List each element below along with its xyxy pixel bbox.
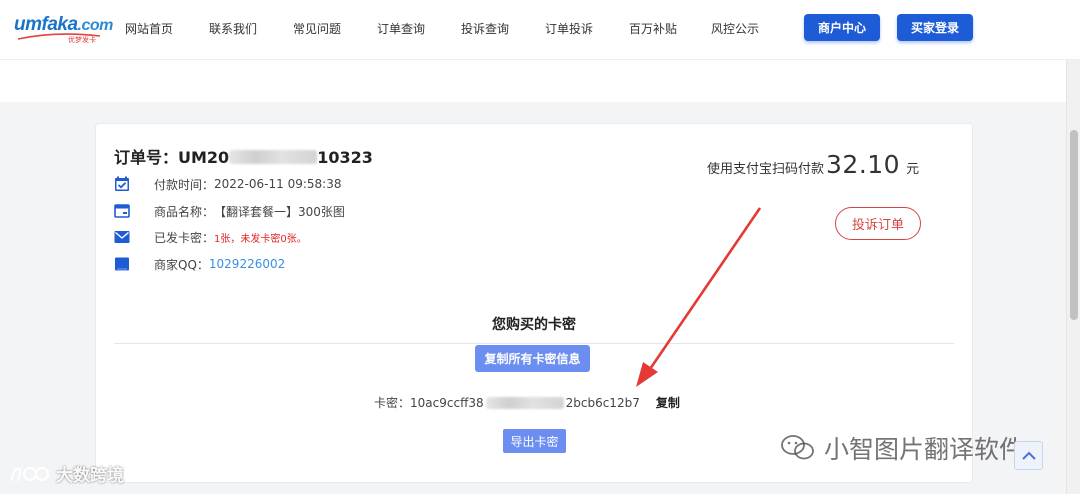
- purchased-cards-title: 您购买的卡密: [492, 317, 576, 333]
- merchant-qq-link[interactable]: 1029226002: [209, 257, 285, 271]
- nav-complaint-query[interactable]: 投诉查询: [461, 20, 509, 37]
- complain-order-button[interactable]: 投诉订单: [835, 207, 921, 240]
- scrollbar-thumb[interactable]: [1070, 130, 1078, 320]
- redacted-block: [485, 396, 564, 409]
- top-navigation-bar: umfaka.com 优梦发卡 网站首页 联系我们 常见问题 订单查询 投诉查询…: [0, 0, 1080, 60]
- nav-order-complaint[interactable]: 订单投诉: [545, 20, 593, 37]
- card-key-row: 卡密： 10ac9ccff38 2bcb6c12b7 复制: [374, 394, 680, 411]
- wechat-icon: [781, 435, 814, 460]
- header-spacer: [0, 60, 1080, 102]
- payment-summary: 使用支付宝扫码付款 32.10 元: [707, 150, 920, 179]
- order-number: 订单号：UM20 10323: [114, 148, 373, 167]
- chevron-up-icon: [1021, 451, 1036, 460]
- pay-time-row: 付款时间： 2022-06-11 09:58:38: [114, 175, 341, 193]
- sent-cards-value: 1张，未发卡密0张。: [214, 233, 307, 245]
- nav-home[interactable]: 网站首页: [125, 20, 173, 37]
- envelope-icon: [114, 231, 130, 243]
- brand-watermark: 大数跨境: [8, 461, 124, 486]
- brand-logo-icon: [10, 466, 49, 481]
- buyer-login-button[interactable]: 买家登录: [897, 14, 973, 41]
- wechat-watermark: 小智图片翻译软件: [780, 430, 1024, 466]
- merchant-center-button[interactable]: 商户中心: [804, 14, 880, 41]
- merchant-qq-row: 商家QQ： 1029226002: [114, 255, 285, 273]
- pay-time-value: 2022-06-11 09:58:38: [214, 177, 342, 191]
- copy-all-cards-button[interactable]: 复制所有卡密信息: [475, 345, 590, 372]
- back-to-top-button[interactable]: [1014, 441, 1043, 470]
- section-divider: [114, 343, 954, 344]
- chat-icon: [115, 257, 129, 271]
- payment-amount: 32.10: [826, 150, 901, 179]
- nav-faq[interactable]: 常见问题: [293, 20, 341, 37]
- order-detail-card: 订单号：UM20 10323 付款时间： 2022-06-11 09:58:38 商…: [95, 123, 973, 483]
- sent-cards-row: 已发卡密： 1张，未发卡密0张。: [114, 228, 307, 246]
- page-scrollbar[interactable]: [1066, 60, 1080, 494]
- calendar-check-icon: [115, 176, 129, 191]
- card-key-suffix: 2bcb6c12b7: [565, 395, 640, 410]
- product-row: 商品名称： 【翻译套餐一】300张图: [114, 202, 345, 220]
- site-logo[interactable]: umfaka.com 优梦发卡: [14, 12, 113, 46]
- nav-order-query[interactable]: 订单查询: [377, 20, 425, 37]
- copy-card-key-button[interactable]: 复制: [656, 394, 680, 411]
- logo-subtitle: 优梦发卡: [68, 36, 96, 44]
- nav-contact[interactable]: 联系我们: [209, 20, 257, 37]
- product-name: 【翻译套餐一】300张图: [214, 204, 345, 219]
- nav-subsidy[interactable]: 百万补贴: [629, 20, 677, 37]
- nav-risk-notice[interactable]: 风控公示: [711, 20, 759, 37]
- redacted-block: [229, 150, 318, 164]
- export-cards-button[interactable]: 导出卡密: [503, 429, 566, 453]
- card-key-prefix: 10ac9ccff38: [410, 395, 484, 410]
- window-icon: [114, 204, 130, 218]
